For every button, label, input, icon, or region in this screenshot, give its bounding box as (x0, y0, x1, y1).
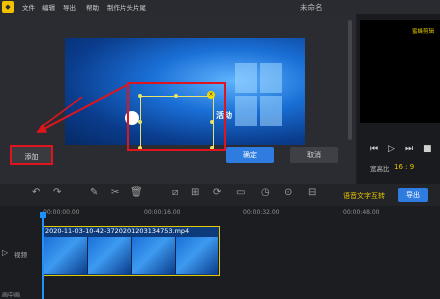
video-track-label: 视频 (14, 251, 27, 259)
video-track-icon: ▷ (2, 248, 9, 257)
edit-icon[interactable]: ✎ (90, 187, 98, 198)
player-preview (360, 20, 440, 123)
clip-title: 2020-11-03-10-42-3720201203134753.mp4 (45, 227, 190, 235)
aspect-ratio-value[interactable]: 16 : 9 (394, 163, 414, 171)
track-headers (0, 220, 40, 299)
playhead-handle[interactable] (40, 212, 46, 218)
window-pane (260, 63, 282, 93)
highlight-box (127, 82, 226, 151)
confirm-button[interactable]: 确定 (226, 147, 274, 163)
resize-icon[interactable]: ⊞ (191, 187, 199, 198)
crop-icon[interactable]: ⧄ (172, 187, 178, 198)
undo-icon[interactable]: ↶ (32, 187, 40, 198)
trash-icon[interactable]: 🗑 (130, 187, 143, 198)
menu-help[interactable]: 帮助 (86, 2, 99, 12)
clock-icon[interactable]: ◷ (261, 187, 270, 198)
time-tick: 00:00:16.00 (144, 209, 181, 216)
playhead[interactable] (42, 212, 44, 299)
menu-file[interactable]: 文件 (22, 2, 35, 12)
previous-icon[interactable]: ⏮ (370, 144, 378, 154)
aspect-ratio-label: 宽高比 (370, 165, 390, 173)
menu-intro-outro[interactable]: 制作片头片尾 (107, 2, 146, 12)
window-title: 未命名 (300, 3, 323, 12)
watermark-badge: 蜜蜂剪辑 (412, 29, 435, 35)
stop-icon[interactable]: ■ (423, 144, 432, 154)
text-box-icon[interactable]: ▭ (236, 187, 245, 198)
mosaic-icon[interactable]: ⊟ (308, 187, 316, 198)
rotate-icon[interactable]: ⟳ (213, 187, 221, 198)
time-tick: 00:00:32.00 (243, 209, 280, 216)
next-icon[interactable]: ⏭ (405, 144, 413, 154)
clip-thumbnail (44, 237, 88, 274)
cancel-button[interactable]: 取消 (290, 147, 338, 163)
menu-edit[interactable]: 编辑 (42, 2, 55, 12)
time-tick: 00:00:00.00 (43, 209, 80, 216)
add-button[interactable]: 添加 (10, 145, 53, 165)
window-pane (235, 63, 257, 93)
window-pane (260, 96, 282, 126)
clip-thumbnail (176, 237, 219, 274)
app-logo-icon: ◆ (2, 1, 14, 13)
redo-icon[interactable]: ↷ (53, 187, 61, 198)
clip-thumbnail (132, 237, 176, 274)
vertical-scrollbar[interactable] (348, 20, 352, 140)
pip-track-label: 画中画 (2, 292, 21, 299)
time-tick: 00:00:48.00 (343, 209, 380, 216)
speech-to-text-button[interactable]: 语音文字互转 (343, 191, 385, 201)
speed-icon[interactable]: ⊙ (284, 187, 292, 198)
window-pane (235, 96, 257, 126)
menu-export[interactable]: 导出 (63, 2, 76, 12)
play-icon[interactable]: ▷ (388, 144, 395, 154)
scissors-icon[interactable]: ✂ (111, 187, 119, 198)
export-button[interactable]: 导出 (398, 188, 428, 202)
clip-thumbnail (88, 237, 132, 274)
